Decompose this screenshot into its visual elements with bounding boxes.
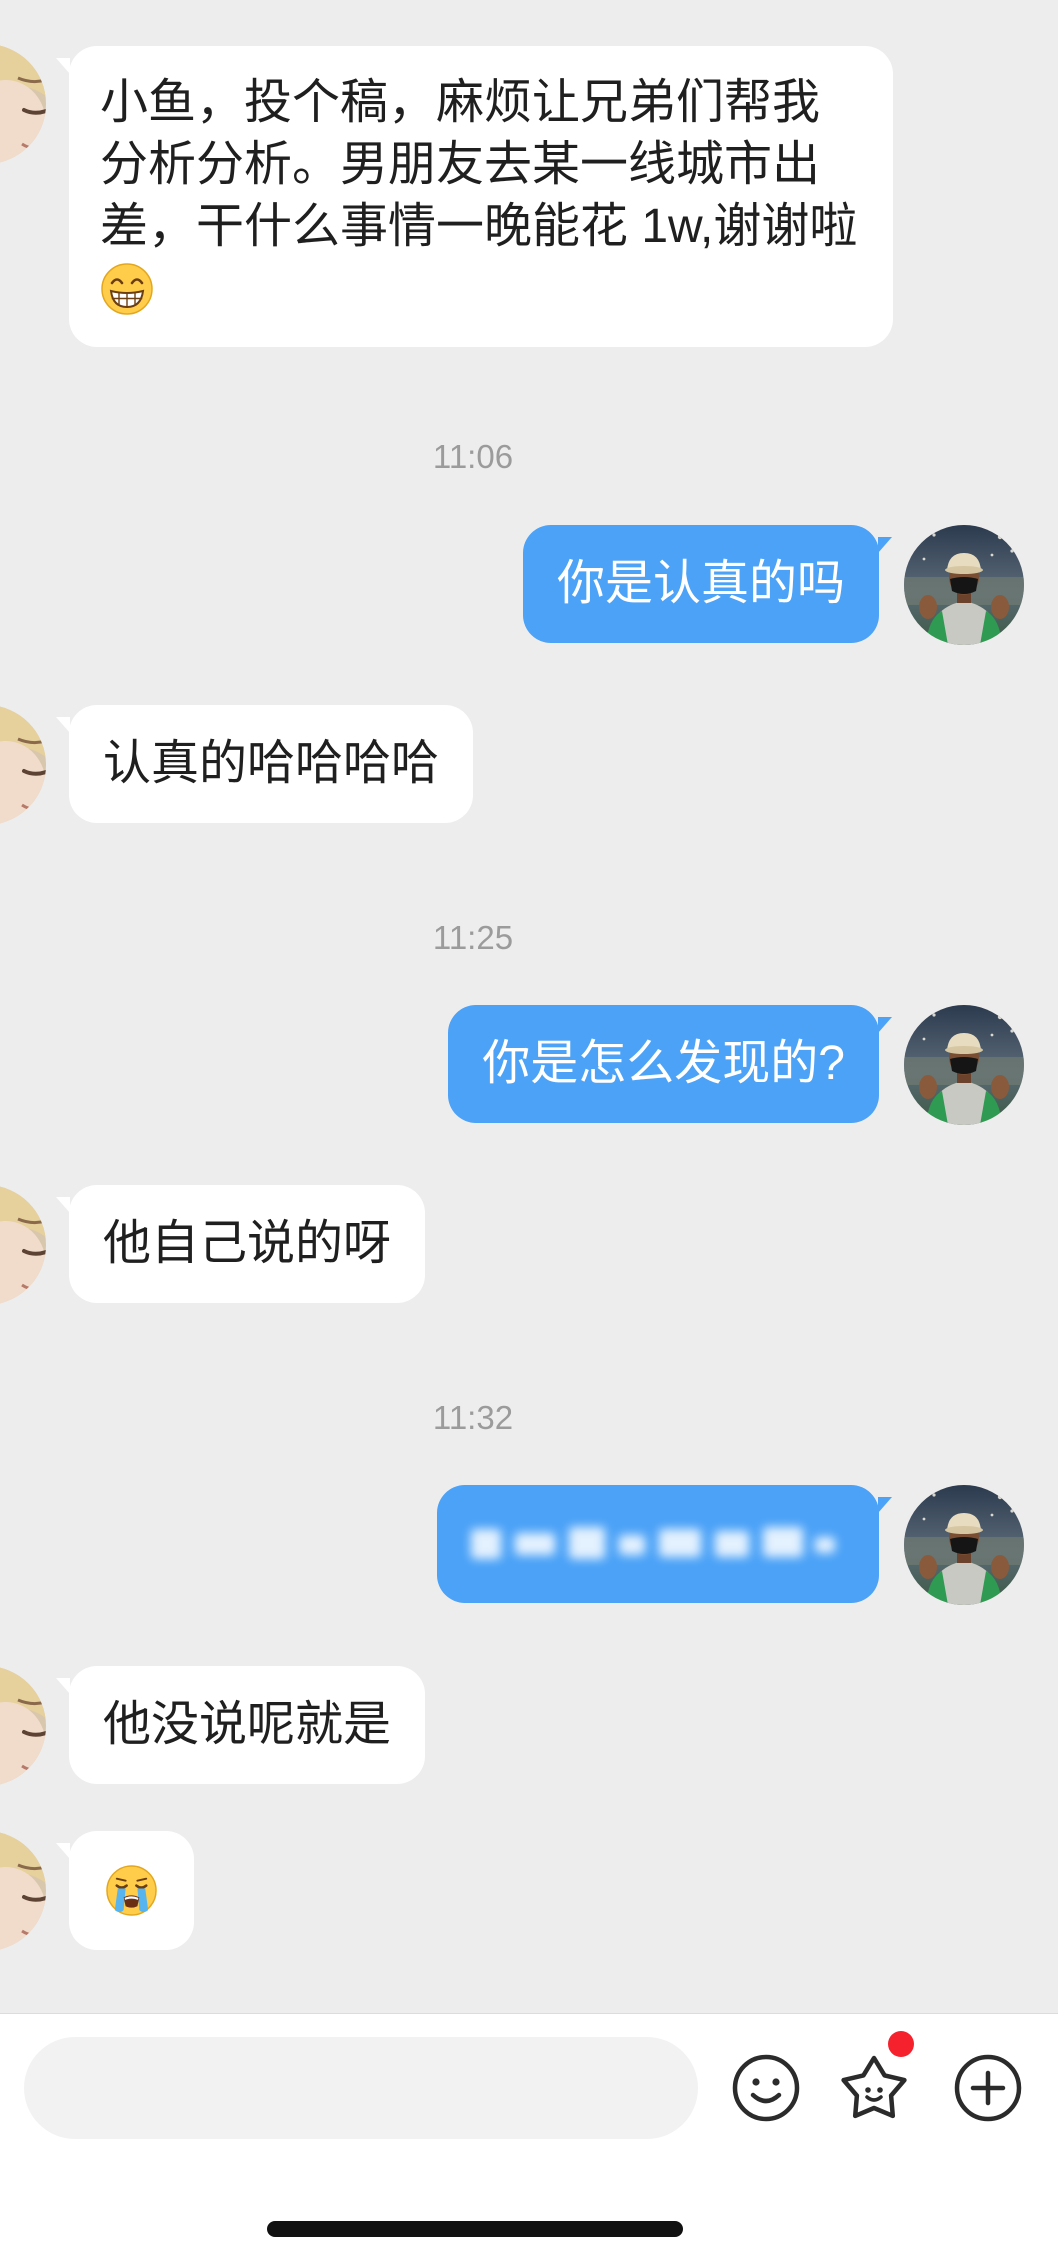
loudly-crying-face-emoji-icon	[106, 1865, 157, 1916]
blurred-message-bubble[interactable]	[437, 1485, 892, 1603]
message-bubble[interactable]: 小鱼，投个稿，麻烦让兄弟们帮我 分析分析。男朋友去某一线城市出 差，干什么事情一…	[55, 46, 894, 347]
message-bubble[interactable]: 认真的哈哈哈哈	[55, 705, 474, 823]
timestamp: 11:32	[432, 1399, 514, 1436]
beaming-face-emoji-icon	[101, 263, 153, 315]
contact-avatar[interactable]	[0, 1666, 46, 1786]
emoji-button[interactable]	[730, 2052, 802, 2124]
my-avatar-photo	[904, 525, 1024, 645]
my-avatar[interactable]	[904, 1485, 1024, 1605]
sticker-button[interactable]	[838, 2052, 910, 2124]
message-text: 认真的哈哈哈哈	[103, 737, 440, 790]
my-avatar[interactable]	[904, 525, 1024, 645]
timestamp: 11:06	[432, 438, 514, 475]
message-bubble[interactable]: 他没说呢就是	[55, 1666, 426, 1784]
my-avatar-photo	[904, 1005, 1024, 1125]
contact-avatar-photo	[0, 1666, 46, 1786]
blurred-text	[471, 1519, 841, 1569]
message-text-line: 分析分析。男朋友去某一线城市出	[100, 138, 821, 191]
contact-avatar[interactable]	[0, 1185, 46, 1305]
message-text-line: 小鱼，投个稿，麻烦让兄弟们帮我	[100, 76, 821, 129]
notification-dot	[888, 2031, 914, 2057]
my-avatar-photo	[904, 1485, 1024, 1605]
contact-avatar-photo	[0, 1185, 46, 1305]
message-text-line: 差，干什么事情一晚能花 1w,谢谢啦	[100, 200, 858, 253]
input-bar	[0, 2013, 1058, 2241]
message-text: 你是怎么发现的?	[482, 1037, 845, 1090]
emoji-message-bubble[interactable]	[56, 1831, 194, 1950]
message-bubble[interactable]: 你是怎么发现的?	[448, 1005, 892, 1123]
star-face-icon	[841, 2055, 907, 2119]
plus-circle-icon	[954, 2054, 1022, 2122]
smiley-icon	[732, 2054, 800, 2122]
message-input[interactable]	[24, 2037, 698, 2139]
contact-avatar-photo	[0, 705, 46, 825]
contact-avatar-photo	[0, 44, 46, 164]
contact-avatar[interactable]	[0, 705, 46, 825]
more-button[interactable]	[952, 2052, 1024, 2124]
contact-avatar[interactable]	[0, 44, 46, 164]
contact-avatar[interactable]	[0, 1831, 46, 1951]
chat-area[interactable]: 小鱼，投个稿，麻烦让兄弟们帮我 分析分析。男朋友去某一线城市出 差，干什么事情一…	[0, 0, 1058, 2013]
message-text: 你是认真的吗	[556, 557, 845, 610]
home-indicator[interactable]	[267, 2221, 683, 2237]
contact-avatar-photo	[0, 1831, 46, 1951]
message-bubble[interactable]: 你是认真的吗	[522, 525, 893, 643]
timestamp: 11:25	[432, 919, 514, 956]
message-text: 他没说呢就是	[103, 1698, 392, 1751]
my-avatar[interactable]	[904, 1005, 1024, 1125]
message-bubble[interactable]: 他自己说的呀	[55, 1185, 426, 1303]
message-text: 他自己说的呀	[103, 1217, 392, 1270]
